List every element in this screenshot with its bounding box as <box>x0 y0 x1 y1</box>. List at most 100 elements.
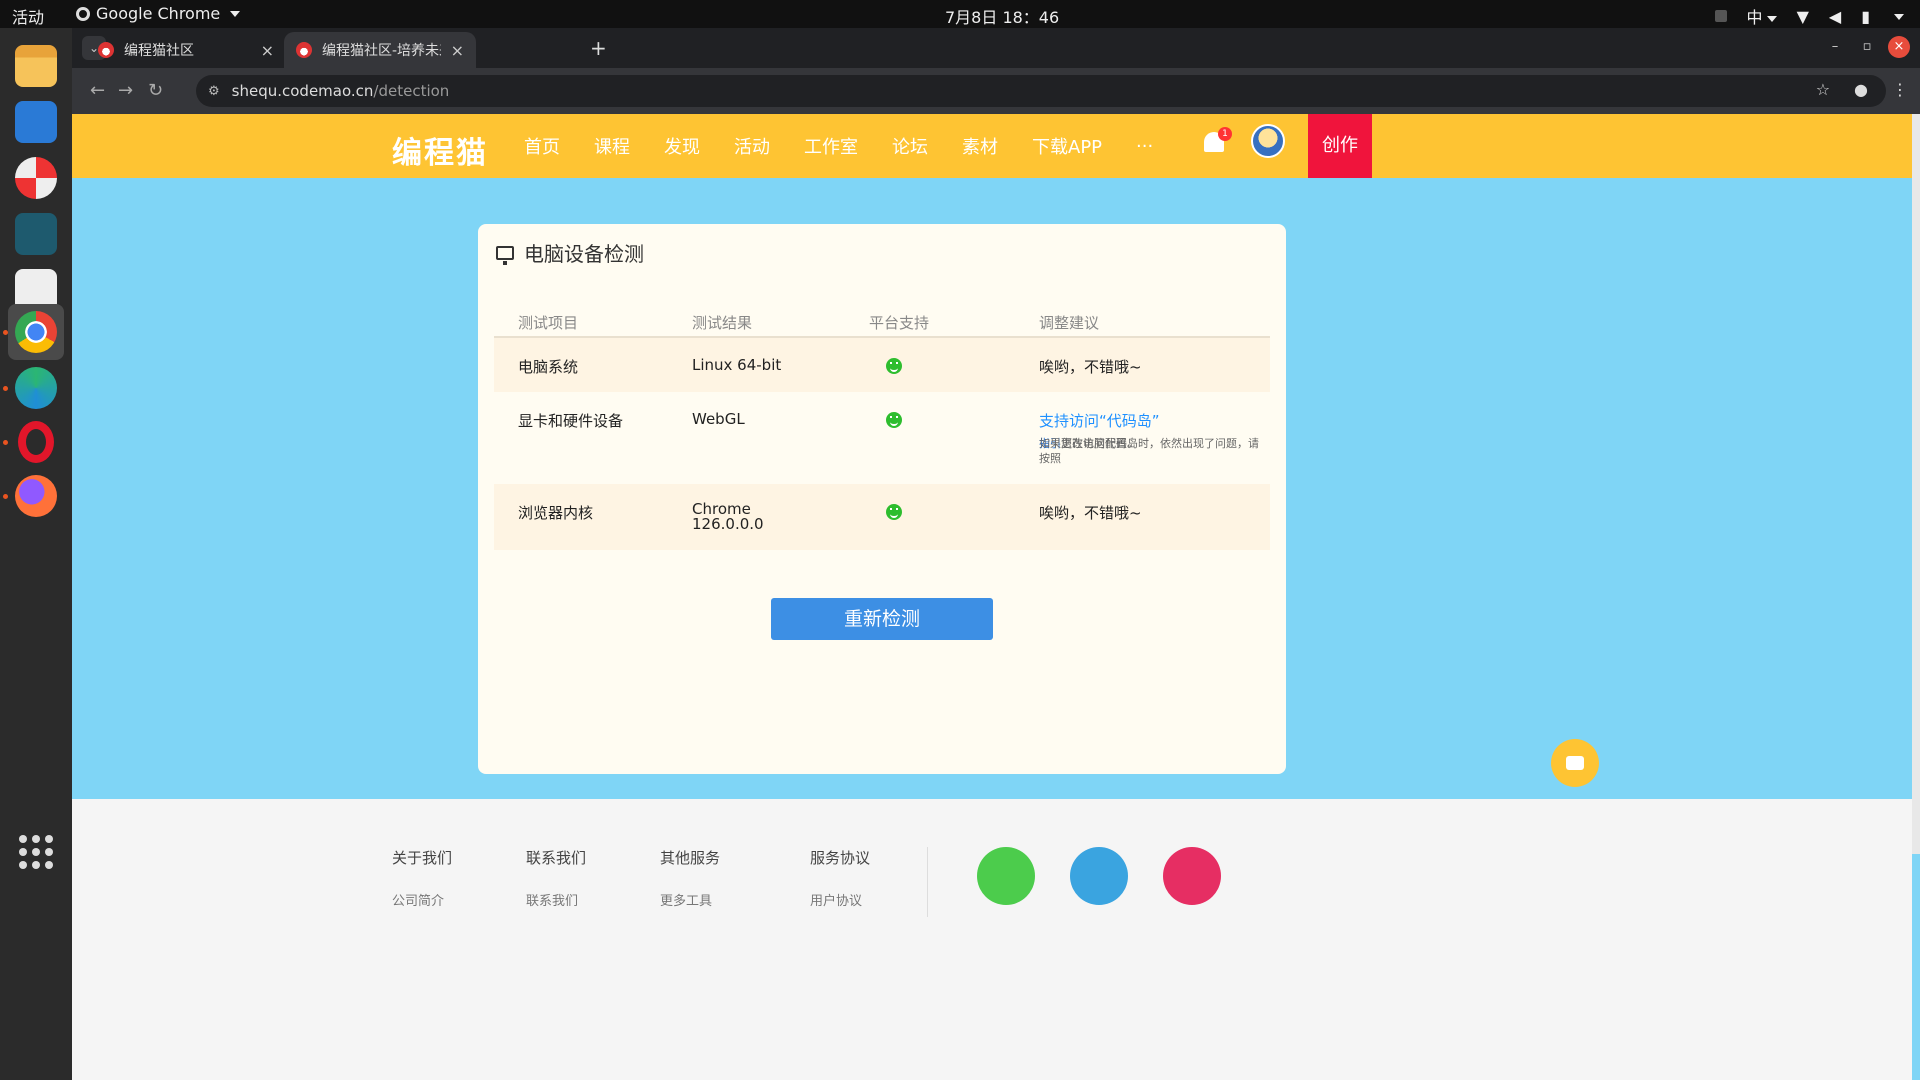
notification-bell-icon[interactable]: 1 <box>1204 127 1232 158</box>
running-indicator <box>3 330 8 335</box>
tab-close-icon[interactable]: × <box>451 41 464 60</box>
dock-writer[interactable] <box>8 94 64 150</box>
input-method[interactable]: 中 <box>1747 4 1777 28</box>
back-icon[interactable]: ← <box>90 80 105 101</box>
dock-chrome[interactable] <box>8 304 64 360</box>
nav-more[interactable]: ··· <box>1136 136 1153 157</box>
nav-home[interactable]: 首页 <box>524 133 560 159</box>
footer-heading: 服务协议 <box>810 849 871 867</box>
advice-text: 唉哟，不错哦~ <box>1039 504 1142 522</box>
dock-opera[interactable] <box>8 414 64 470</box>
codemao-favicon-icon <box>98 42 114 58</box>
footer-link[interactable]: 联系我们 <box>526 890 586 909</box>
code-island-link[interactable]: 支持访问“代码岛” <box>1039 410 1160 431</box>
system-top-bar: 活动 Google Chrome 7月8日 18：46 中 ▼ ◀ ▮ <box>0 0 1920 28</box>
footer-column: 服务协议 用户协议 <box>810 847 870 909</box>
site-header: 编程猫 首页 课程 发现 活动 工作室 论坛 素材 下载APP ··· 1 创作 <box>72 114 1912 178</box>
system-menu-arrow-icon[interactable] <box>1890 7 1904 26</box>
advice-text: 唉哟，不错哦~ <box>1039 358 1142 376</box>
footer-heading: 关于我们 <box>392 849 453 867</box>
detection-table: 测试项目 测试结果 平台支持 调整建议 电脑系统 Linux 64-bit 唉哟… <box>494 304 1270 550</box>
activities-button[interactable]: 活动 <box>12 4 44 28</box>
nav-studio[interactable]: 工作室 <box>804 133 858 159</box>
footer-column: 其他服务 更多工具 <box>660 847 720 909</box>
test-item: 显卡和硬件设备 <box>518 412 624 430</box>
app-menu[interactable]: Google Chrome <box>76 4 241 23</box>
screen-record-icon[interactable] <box>1714 10 1727 22</box>
url-text: shequ.codemao.cn/detection <box>231 82 450 100</box>
page-scrollbar[interactable] <box>1912 114 1920 854</box>
main-nav: 首页 课程 发现 活动 工作室 论坛 素材 下载APP ··· <box>524 114 1187 178</box>
minimize-button[interactable]: – <box>1824 36 1846 58</box>
codemao-favicon-icon <box>296 42 312 58</box>
app-menu-label: Google Chrome <box>96 4 221 23</box>
column-header: 平台支持 <box>869 314 930 332</box>
dock <box>0 28 72 1080</box>
writer-icon <box>15 101 57 143</box>
forward-icon[interactable]: → <box>118 80 133 101</box>
tab-community[interactable]: 编程猫社区 × <box>86 32 286 68</box>
close-window-button[interactable]: × <box>1888 36 1910 58</box>
nav-discover[interactable]: 发现 <box>664 133 700 159</box>
dock-files[interactable] <box>8 38 64 94</box>
smile-icon <box>886 412 902 428</box>
running-indicator <box>3 440 8 445</box>
tab-close-icon[interactable]: × <box>261 41 274 60</box>
card-title: 电脑设备检测 <box>524 242 644 266</box>
chrome-small-icon <box>76 6 90 21</box>
footer-link[interactable]: 更多工具 <box>660 890 720 909</box>
dock-firefox[interactable] <box>8 468 64 524</box>
nav-forum[interactable]: 论坛 <box>892 133 928 159</box>
footer-heading: 其他服务 <box>660 849 721 867</box>
user-avatar[interactable] <box>1251 124 1285 158</box>
tab-detection[interactable]: 编程猫社区-培养未来创作者 × <box>284 32 476 68</box>
nav-events[interactable]: 活动 <box>734 133 770 159</box>
maximize-button[interactable]: ▫ <box>1856 36 1878 58</box>
volume-icon[interactable]: ◀ <box>1829 7 1841 26</box>
create-button[interactable]: 创作 <box>1308 114 1372 178</box>
firefox-icon <box>15 475 57 517</box>
show-apps-button[interactable] <box>8 824 64 880</box>
address-bar[interactable]: ⚙ shequ.codemao.cn/detection <box>196 75 1886 107</box>
bookmark-star-icon[interactable]: ☆ <box>1816 80 1830 99</box>
clock[interactable]: 7月8日 18：46 <box>945 4 1059 28</box>
nav-download-app[interactable]: 下载APP <box>1032 133 1102 159</box>
footer-divider <box>927 847 928 917</box>
chat-button[interactable] <box>1551 739 1599 787</box>
dock-remote[interactable] <box>8 206 64 262</box>
table-row: 浏览器内核 Chrome 126.0.0.0 唉哟，不错哦~ <box>494 484 1270 550</box>
tab-title: 编程猫社区 <box>124 43 194 59</box>
test-item: 电脑系统 <box>518 358 579 376</box>
reload-icon[interactable]: ↻ <box>148 80 163 101</box>
site-info-icon[interactable]: ⚙ <box>208 84 220 99</box>
new-tab-button[interactable]: + <box>590 36 607 60</box>
dropdown-arrow-icon <box>230 10 241 17</box>
wifi-icon[interactable]: ▼ <box>1797 7 1809 26</box>
app-grid-icon <box>19 835 53 869</box>
qq-icon[interactable] <box>1070 847 1128 905</box>
chrome-window: ⌄ 编程猫社区 × 编程猫社区-培养未来创作者 × + – ▫ × ← → ↻ … <box>72 28 1920 1080</box>
footer-link[interactable]: 公司简介 <box>392 890 452 909</box>
dock-help[interactable] <box>8 150 64 206</box>
site-logo[interactable]: 编程猫 <box>392 128 488 172</box>
battery-icon[interactable]: ▮ <box>1861 7 1870 26</box>
device-check-card: 电脑设备检测 测试项目 测试结果 平台支持 调整建议 电脑系统 Linux 64… <box>478 224 1286 774</box>
nav-courses[interactable]: 课程 <box>594 133 630 159</box>
system-tray[interactable]: 中 ▼ ◀ ▮ <box>1714 4 1904 28</box>
dock-edge-dev[interactable] <box>8 360 64 416</box>
running-indicator <box>3 494 8 499</box>
nav-assets[interactable]: 素材 <box>962 133 998 159</box>
weibo-icon[interactable] <box>1163 847 1221 905</box>
wechat-icon[interactable] <box>977 847 1035 905</box>
profile-icon[interactable]: ● <box>1854 80 1868 99</box>
chrome-menu-icon[interactable]: ⋮ <box>1892 80 1908 99</box>
test-result: WebGL <box>692 410 745 428</box>
footer-link[interactable]: 用户协议 <box>810 890 870 909</box>
edge-dev-icon <box>15 367 57 409</box>
recheck-button[interactable]: 重新检测 <box>771 598 993 640</box>
footer-column: 联系我们 联系我们 <box>526 847 586 909</box>
footer-column: 关于我们 公司简介 <box>392 847 452 909</box>
advice-hint: 如果您在访问代码岛时，依然出现了问题，请按照 指引 更改电脑配置。 <box>1039 437 1259 465</box>
test-result: Chrome 126.0.0.0 <box>692 500 764 533</box>
chrome-icon <box>15 311 57 353</box>
